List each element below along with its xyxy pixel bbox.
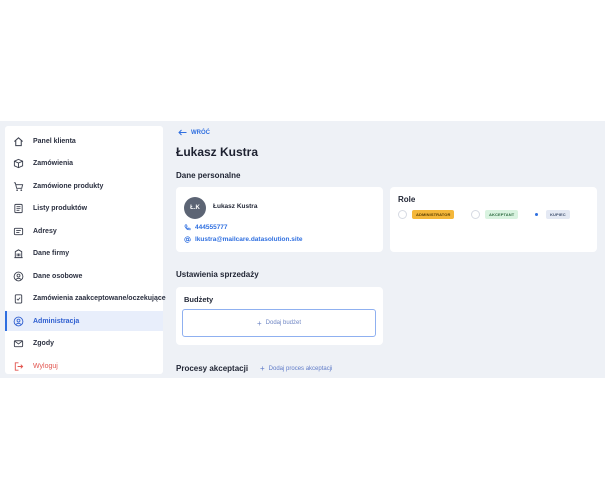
add-process-label: Dodaj proces akceptacji [268,365,333,372]
sidebar: Panel klienta Zamówienia Zamówione produ… [5,126,166,376]
sidebar-item-label: Dane osobowe [33,272,83,280]
role-badge-administrator: ADMINISTRATOR [412,210,455,219]
role-radio-kupiec[interactable] [532,210,541,219]
plus-icon: + [256,318,262,328]
sidebar-item-adresy[interactable]: Adresy [5,221,163,241]
back-link[interactable]: WRÓĆ [178,129,210,136]
sidebar-item-label: Listy produktów [33,205,88,212]
sidebar-item-wyloguj[interactable]: Wyloguj [5,356,163,376]
add-process-button[interactable]: + Dodaj proces akceptacji [260,364,332,373]
building-icon [12,248,24,260]
person-name: Łukasz Kustra [213,203,258,210]
arrow-left-icon [178,129,187,136]
mail-icon [12,338,24,350]
sidebar-item-panel-klienta[interactable]: Panel klienta [5,131,163,151]
section-title-sales: Ustawienia sprzedaży [176,270,259,279]
sidebar-item-label: Administracja [33,317,80,325]
package-icon [12,158,24,170]
sidebar-item-label: Zamówienia zaakceptowane/oczekujące [33,295,166,302]
sidebar-item-dane-osobowe[interactable]: Dane osobowe [5,266,163,286]
add-budget-button[interactable]: + Dodaj budżet [182,309,376,337]
budgets-card: Budżety + Dodaj budżet [176,287,383,345]
app-window: Panel klienta Zamówienia Zamówione produ… [0,121,605,378]
plus-icon: + [260,364,265,373]
section-title-personal: Dane personalne [176,171,241,180]
sidebar-item-label: Panel klienta [33,137,76,145]
admin-user-icon [12,315,24,327]
sidebar-item-dane-firmy[interactable]: Dane firmy [5,244,163,264]
home-icon [12,135,24,147]
sidebar-item-label: Adresy [33,227,57,235]
page-title: Łukasz Kustra [176,145,259,159]
sidebar-item-label: Wyloguj [33,362,58,370]
list-icon [12,203,24,215]
personal-card: Ł.K Łukasz Kustra 444555777 lkustra@mail… [176,187,383,252]
sidebar-item-listy-produktow[interactable]: Listy produktów [5,199,163,219]
sidebar-item-label: Dane firmy [33,250,70,257]
back-label: WRÓĆ [191,129,210,136]
budgets-title: Budżety [184,295,214,304]
at-icon [184,236,191,243]
phone-icon [184,224,191,231]
sidebar-item-label: Zamówienia [33,160,74,167]
role-radio-akceptant[interactable] [471,210,480,219]
roles-title: Role [398,195,416,204]
cart-icon [12,180,24,192]
sidebar-item-administracja[interactable]: Administracja [5,311,163,331]
role-badge-kupiec: KUPIEC [546,210,570,219]
role-badge-akceptant: AKCEPTANT [485,210,519,219]
sidebar-item-zamowienia-zaakceptowane[interactable]: Zamówienia zaakceptowane/oczekujące [5,289,166,309]
clipboard-check-icon [12,293,24,305]
email-address: lkustra@mailcare.datasolution.site [195,236,303,243]
sidebar-item-zamowione-produkty[interactable]: Zamówione produkty [5,176,163,196]
sidebar-item-label: Zamówione produkty [33,182,104,190]
email-link[interactable]: lkustra@mailcare.datasolution.site [184,236,303,243]
add-budget-label: Dodaj budżet [265,320,302,326]
phone-link[interactable]: 444555777 [184,224,228,231]
address-card-icon [12,225,24,237]
avatar: Ł.K [184,197,206,219]
phone-number: 444555777 [195,224,228,231]
roles-card: Role ADMINISTRATOR AKCEPTANT KUPIEC [390,187,597,252]
section-title-processes: Procesy akceptacji [176,364,249,373]
sidebar-item-zgody[interactable]: Zgody [5,334,163,354]
user-circle-icon [12,270,24,282]
sidebar-item-label: Zgody [33,340,54,347]
role-radio-administrator[interactable] [398,210,407,219]
logout-icon [12,360,24,372]
sidebar-item-zamowienia[interactable]: Zamówienia [5,154,163,174]
